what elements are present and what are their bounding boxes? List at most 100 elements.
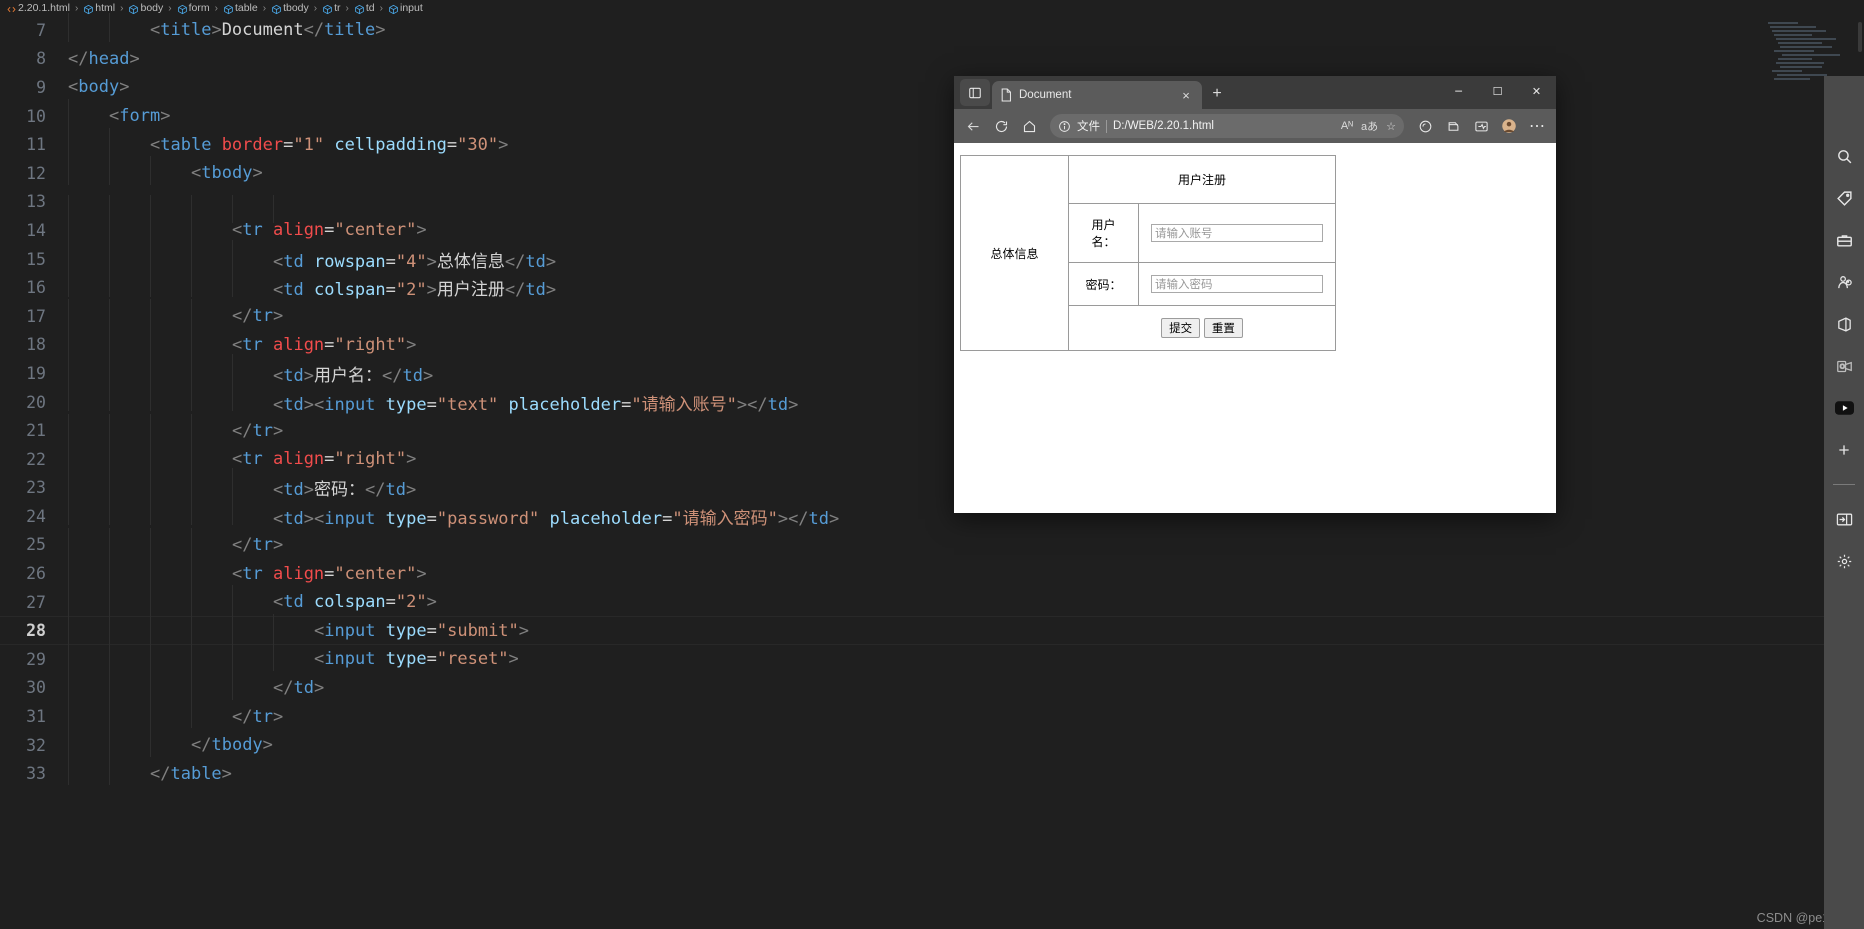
breadcrumb-item-label: 2.20.1.html <box>18 2 70 14</box>
code-line[interactable]: 22 <tr align="right"> <box>0 442 1864 474</box>
code-token: align <box>272 563 325 584</box>
code-token: type <box>385 620 427 641</box>
close-window-button[interactable]: ✕ <box>1517 76 1556 106</box>
minimap-line <box>1780 46 1832 48</box>
home-button[interactable] <box>1016 113 1042 139</box>
read-aloud-icon[interactable]: Aᴺ <box>1341 120 1353 132</box>
address-bar[interactable]: 文件 D:/WEB/2.20.1.html Aᴺ aあ ☆ <box>1050 114 1404 138</box>
maximize-button[interactable]: ☐ <box>1478 76 1517 106</box>
code-text: </head> <box>68 49 1864 69</box>
code-line[interactable]: 31 </tr> <box>0 699 1864 731</box>
breadcrumb-item-html[interactable]: html <box>83 2 115 14</box>
settings-and-more-button[interactable]: ⋯ <box>1524 113 1550 139</box>
favorite-icon[interactable]: ☆ <box>1386 120 1396 133</box>
code-line[interactable]: 7 <title>Document</title> <box>0 13 1864 45</box>
code-line[interactable]: 12 <tbody> <box>0 156 1864 188</box>
breadcrumb-item-2-20-1-html[interactable]: 2.20.1.html <box>6 2 70 14</box>
code-line[interactable]: 30 </td> <box>0 670 1864 703</box>
browser-tab[interactable]: Document × <box>992 81 1202 109</box>
code-token: > <box>406 449 417 470</box>
settings-gear-icon[interactable] <box>1834 551 1854 571</box>
close-icon[interactable]: × <box>1178 87 1194 103</box>
breadcrumb-item-table[interactable]: table <box>223 2 258 14</box>
code-line[interactable]: 27 <td colspan="2"> <box>0 585 1864 617</box>
code-line[interactable]: 16 <td colspan="2">用户注册</td> <box>0 268 1864 302</box>
minimize-button[interactable]: ─ <box>1439 76 1478 106</box>
line-number: 30 <box>26 678 46 698</box>
code-line[interactable]: 14 <tr align="center"> <box>0 213 1864 245</box>
reset-button[interactable]: 重置 <box>1203 318 1243 338</box>
breadcrumb-item-label: table <box>234 2 258 14</box>
code-line[interactable]: 33 </table> <box>0 756 1864 788</box>
code-line[interactable]: 23 <td>密码：</td> <box>0 468 1864 503</box>
youtube-icon[interactable] <box>1834 398 1854 418</box>
code-token: tbody <box>201 163 253 184</box>
table-row: 总体信息 用户注册 <box>960 155 1336 351</box>
code-line[interactable]: 15 <td rowspan="4">总体信息</td> <box>0 239 1864 274</box>
code-token: tr <box>252 420 273 441</box>
code-line[interactable]: 26 <tr align="center"> <box>0 556 1864 588</box>
add-icon[interactable] <box>1834 440 1854 460</box>
profile-icon[interactable] <box>1496 113 1522 139</box>
refresh-button[interactable] <box>988 113 1014 139</box>
code-line[interactable]: 13 <box>0 188 1864 224</box>
code-token: td <box>283 394 304 415</box>
code-line[interactable]: 19 <td>用户名：</td> <box>0 353 1864 388</box>
code-token: input <box>324 508 376 529</box>
back-button[interactable] <box>960 113 986 139</box>
shopping-tag-icon[interactable] <box>1834 188 1854 208</box>
translate-icon[interactable]: aあ <box>1361 118 1378 134</box>
code-line[interactable]: 20 <td><input type="text" placeholder="请输… <box>0 382 1864 417</box>
tools-icon[interactable] <box>1834 230 1854 250</box>
code-line[interactable]: 25 </tr> <box>0 527 1864 560</box>
browser-essentials-icon[interactable] <box>1468 113 1494 139</box>
username-input[interactable] <box>1151 224 1323 242</box>
code-line[interactable]: 21 </tr> <box>0 413 1864 445</box>
code-lines-container[interactable]: 7 <title>Document</title> 8 </head> 9 <body> 1… <box>0 13 1864 929</box>
minimap-line <box>1772 70 1802 72</box>
code-token: </ <box>364 480 386 501</box>
office-icon[interactable] <box>1834 314 1854 334</box>
code-line[interactable]: 18 <tr align="right"> <box>0 327 1864 360</box>
code-line[interactable]: 10 <form> <box>0 99 1864 131</box>
code-token: > <box>303 394 314 415</box>
password-input[interactable] <box>1151 275 1323 293</box>
code-line[interactable]: 9 <body> <box>0 73 1864 102</box>
line-number: 18 <box>26 335 46 355</box>
code-line[interactable]: 32 </tbody> <box>0 728 1864 760</box>
tab-actions-icon[interactable] <box>960 79 990 106</box>
outlook-icon[interactable]: O <box>1834 356 1854 376</box>
line-number: 26 <box>26 564 46 584</box>
code-line[interactable]: 29 <input type="reset"> <box>0 642 1864 674</box>
breadcrumb-item-tbody[interactable]: tbody <box>271 2 309 14</box>
info-icon[interactable] <box>1058 120 1071 133</box>
breadcrumb-separator: › <box>379 2 383 14</box>
search-icon[interactable] <box>1834 146 1854 166</box>
breadcrumb-item-input[interactable]: input <box>388 2 423 14</box>
breadcrumb-item-form[interactable]: form <box>177 2 210 14</box>
code-line[interactable]: 28 <input type="submit"> <box>0 613 1864 646</box>
code-token: > <box>272 534 284 555</box>
code-line[interactable]: 24 <td><input type="password" placeholder… <box>0 496 1864 531</box>
games-icon[interactable] <box>1834 272 1854 292</box>
code-line[interactable]: 11 <table border="1" cellpadding="30"> <box>0 127 1864 159</box>
breadcrumb[interactable]: 2.20.1.html › html › body › form › table › tbody › t… <box>0 0 1864 16</box>
breadcrumb-item-td[interactable]: td <box>354 2 375 14</box>
line-number: 14 <box>26 220 46 240</box>
split-screen-icon[interactable] <box>1834 509 1854 529</box>
breadcrumb-item-tr[interactable]: tr <box>322 2 341 14</box>
scrollbar-thumb[interactable] <box>1858 22 1862 52</box>
code-token: placeholder <box>508 394 622 415</box>
code-token: < <box>109 106 120 127</box>
url-text[interactable]: D:/WEB/2.20.1.html <box>1113 120 1214 132</box>
collections-icon[interactable] <box>1440 113 1466 139</box>
code-line[interactable]: 17 </tr> <box>0 299 1864 331</box>
code-token: < <box>150 134 161 155</box>
breadcrumb-item-body[interactable]: body <box>128 2 163 14</box>
copilot-icon[interactable] <box>1412 113 1438 139</box>
code-line[interactable]: 8 </head> <box>0 45 1864 74</box>
new-tab-button[interactable]: + <box>1204 81 1230 107</box>
submit-button[interactable]: 提交 <box>1161 318 1201 338</box>
